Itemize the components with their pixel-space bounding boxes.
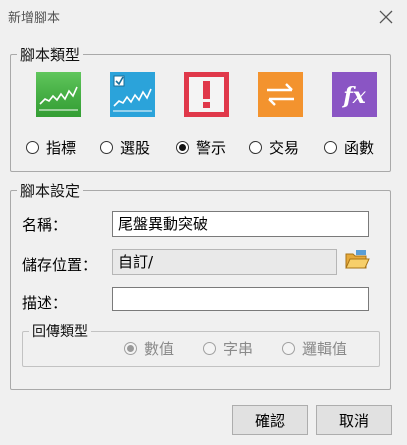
type-radio-function[interactable]: 函數 <box>324 136 374 158</box>
return-label-boolean: 邏輯值 <box>302 339 348 358</box>
cancel-button[interactable]: 取消 <box>316 405 392 435</box>
radio-button <box>282 341 295 355</box>
return-radio-boolean: 邏輯值 <box>282 337 347 359</box>
type-label-indicator: 指標 <box>46 138 77 157</box>
radio-button-selected <box>124 341 137 355</box>
folder-open-icon <box>345 250 370 269</box>
radio-button[interactable] <box>249 140 262 154</box>
indicator-type-tile[interactable] <box>36 72 81 117</box>
type-radio-indicator[interactable]: 指標 <box>26 136 76 158</box>
radio-button[interactable] <box>100 140 113 154</box>
type-radio-stock-select[interactable]: 選股 <box>100 136 150 158</box>
return-type-legend: 回傳類型 <box>32 324 88 340</box>
svg-text:fx: fx <box>341 83 366 109</box>
type-label-stock-select: 選股 <box>120 138 151 157</box>
save-location-field: 自訂/ <box>112 249 337 275</box>
name-input[interactable]: 尾盤異動突破 <box>112 211 369 237</box>
browse-folder-button[interactable] <box>343 246 371 274</box>
stock-select-type-tile[interactable] <box>110 72 155 117</box>
alert-type-tile[interactable] <box>184 72 229 117</box>
indicator-chart-icon <box>36 72 81 117</box>
stock-select-icon <box>110 72 155 117</box>
radio-button <box>203 341 216 355</box>
type-radio-alert[interactable]: 警示 <box>176 136 226 158</box>
return-radio-string: 字串 <box>203 337 253 359</box>
function-type-tile[interactable]: fx <box>332 72 377 117</box>
trade-arrows-icon <box>258 72 303 117</box>
function-fx-icon: fx <box>332 72 377 117</box>
save-location-label: 儲存位置： <box>22 256 98 274</box>
new-script-dialog: 新增腳本 腳本類型 fx 指標 選股 警示 交易 函數 腳本設定 名稱： 尾盤異… <box>0 0 407 445</box>
type-label-alert: 警示 <box>196 138 227 157</box>
type-label-function: 函數 <box>344 138 375 157</box>
script-type-legend: 腳本類型 <box>20 46 81 64</box>
close-button[interactable] <box>375 6 397 28</box>
alert-exclamation-icon <box>184 72 229 117</box>
radio-button[interactable] <box>26 140 39 154</box>
return-label-string: 字串 <box>223 339 254 358</box>
title-bar: 新增腳本 <box>0 0 407 34</box>
type-label-trade: 交易 <box>269 138 300 157</box>
radio-button-selected[interactable] <box>176 140 189 154</box>
dialog-title: 新增腳本 <box>8 11 61 26</box>
name-label: 名稱： <box>22 216 68 234</box>
description-label: 描述： <box>22 294 68 312</box>
return-label-number: 數值 <box>144 339 175 358</box>
ok-button[interactable]: 確認 <box>232 405 308 435</box>
trade-type-tile[interactable] <box>258 72 303 117</box>
type-radio-trade[interactable]: 交易 <box>249 136 299 158</box>
radio-button[interactable] <box>324 140 337 154</box>
description-input[interactable] <box>112 287 369 311</box>
return-radio-number: 數值 <box>124 337 174 359</box>
script-settings-legend: 腳本設定 <box>20 182 81 200</box>
close-icon <box>379 10 393 24</box>
